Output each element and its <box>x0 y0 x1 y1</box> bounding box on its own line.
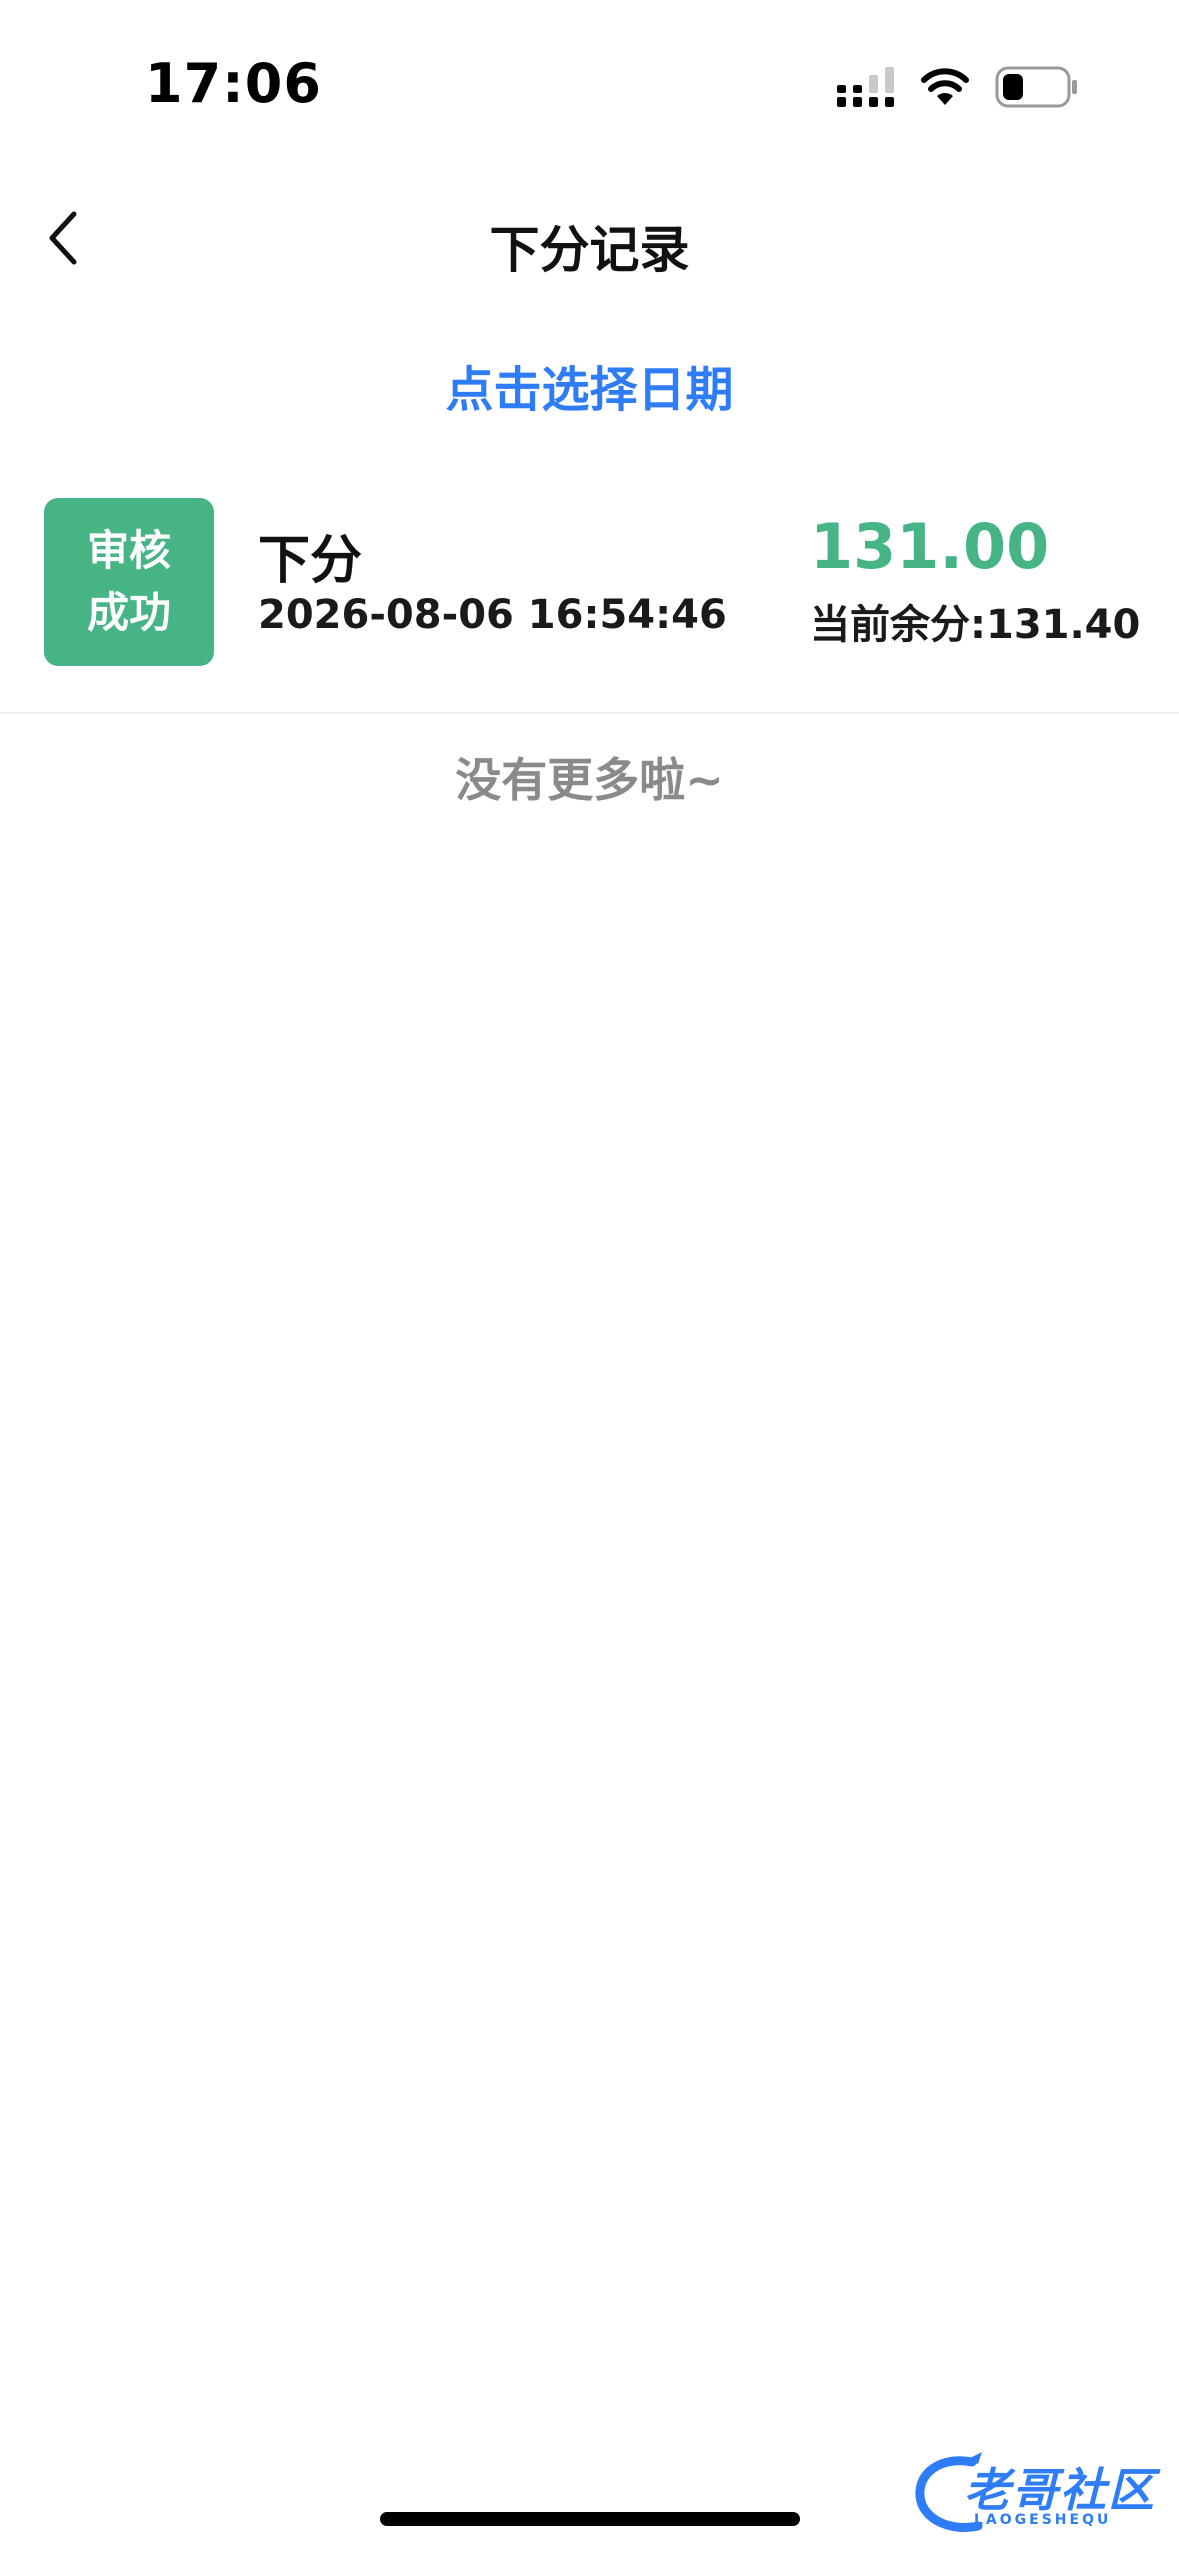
record-balance: 当前余分:131.40 <box>810 602 1141 648</box>
list-item[interactable]: 审核 成功 下分 2026-08-06 16:54:46 131.00 当前余分… <box>0 480 1179 714</box>
cellular-signal-icon <box>837 67 894 107</box>
page: 17:06 下分记录 点击选择日期 审核 成功 下分 2026-08-06 16… <box>0 0 1179 2556</box>
record-type: 下分 <box>258 531 363 591</box>
date-picker-button[interactable]: 点击选择日期 <box>0 350 1179 420</box>
wifi-icon <box>921 68 969 105</box>
battery-icon <box>995 66 1077 108</box>
watermark-logo: 老哥社区 LAOGESHEQU <box>912 2448 1162 2538</box>
status-badge: 审核 成功 <box>44 498 214 666</box>
no-more-text: 没有更多啦~ <box>455 753 724 807</box>
record-time: 2026-08-06 16:54:46 <box>258 592 727 638</box>
status-bar: 17:06 <box>0 0 1179 170</box>
record-amount: 131.00 <box>810 510 1050 583</box>
page-title: 下分记录 <box>489 221 690 279</box>
home-indicator[interactable] <box>380 2512 800 2526</box>
watermark-text: 老哥社区 <box>964 2463 1156 2517</box>
status-icons <box>837 62 1079 112</box>
status-badge-line2: 成功 <box>86 588 171 637</box>
watermark-subtext: LAOGESHEQU <box>974 2512 1112 2528</box>
status-badge-line1: 审核 <box>86 526 171 575</box>
nav-bar: 下分记录 <box>0 190 1179 290</box>
status-time: 17:06 <box>145 52 322 115</box>
